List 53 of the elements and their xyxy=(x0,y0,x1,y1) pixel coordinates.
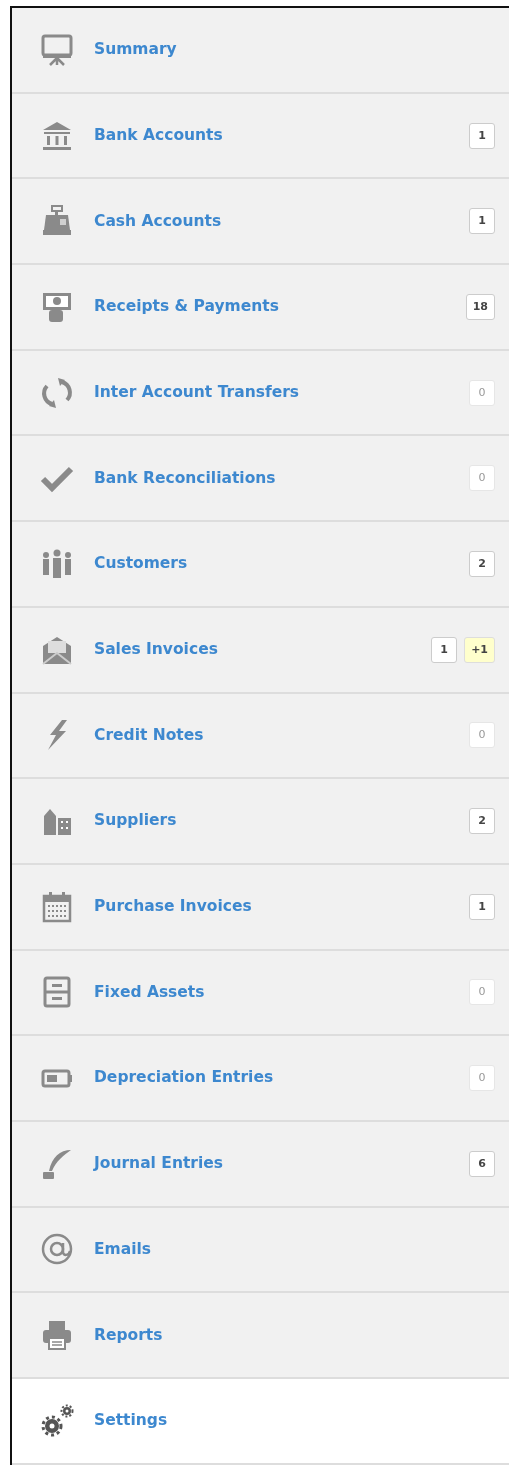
sidebar-item[interactable]: Journal Entries 6 xyxy=(12,1121,509,1208)
nav-link[interactable]: Depreciation Entries xyxy=(94,1066,462,1090)
count-label: 0 xyxy=(469,379,495,406)
calendar-icon xyxy=(40,889,74,924)
nav-link[interactable]: Credit Notes xyxy=(94,723,462,747)
sidebar-item[interactable]: Emails xyxy=(12,1207,509,1294)
at-sign-icon xyxy=(40,1232,74,1267)
nav-link[interactable]: Reports xyxy=(94,1323,495,1347)
presentation-board-icon xyxy=(40,32,74,67)
count-label: 2 xyxy=(469,808,495,835)
sync-icon xyxy=(40,375,74,410)
nav-link[interactable]: Summary xyxy=(94,38,495,62)
count-label: 1 xyxy=(469,893,495,920)
nav-link[interactable]: Bank Accounts xyxy=(94,123,462,148)
nav-link[interactable]: Journal Entries xyxy=(94,1152,462,1176)
sidebar-item[interactable]: Reports xyxy=(12,1293,509,1379)
count-label: 0 xyxy=(469,465,495,492)
sidebar-item[interactable]: Purchase Invoices 1 xyxy=(12,864,509,951)
printer-icon xyxy=(40,1318,74,1353)
sidebar-item[interactable]: Customers 2 xyxy=(12,522,509,608)
count-label: 18 xyxy=(465,293,495,320)
count-label: 1 xyxy=(469,122,495,149)
nav-link[interactable]: Purchase Invoices xyxy=(94,895,462,919)
gears-icon xyxy=(40,1403,74,1438)
sidebar-item[interactable]: Cash Accounts 1 xyxy=(12,179,509,266)
nav-link[interactable]: Fixed Assets xyxy=(94,980,462,1005)
sidebar-item[interactable]: Summary xyxy=(12,8,509,94)
sidebar-item[interactable]: Credit Notes 0 xyxy=(12,693,509,780)
nav-link[interactable]: Bank Reconciliations xyxy=(94,466,462,490)
nav-link[interactable]: Suppliers xyxy=(94,809,462,833)
count-label: 0 xyxy=(469,1065,495,1092)
nav-link[interactable]: Cash Accounts xyxy=(94,209,462,233)
nav-link[interactable]: Inter Account Transfers xyxy=(94,380,462,405)
count-label: 1 xyxy=(431,636,458,663)
sidebar-item[interactable]: Bank Accounts 1 xyxy=(12,93,509,180)
count-label: 1 xyxy=(469,208,495,235)
sidebar-item[interactable]: Fixed Assets 0 xyxy=(12,950,509,1037)
count-label: 2 xyxy=(469,550,495,577)
sidebar-item[interactable]: Depreciation Entries 0 xyxy=(12,1036,509,1122)
count-label: +1 xyxy=(464,636,495,663)
sidebar-item[interactable]: Sales Invoices 1 +1 xyxy=(12,607,509,694)
count-label: 0 xyxy=(469,979,495,1006)
sidebar-item[interactable]: Bank Reconciliations 0 xyxy=(12,436,509,523)
nav-link[interactable]: Settings xyxy=(94,1409,495,1433)
nav-link[interactable]: Emails xyxy=(94,1237,495,1262)
sidebar-item[interactable]: Suppliers 2 xyxy=(12,779,509,865)
count-label: 0 xyxy=(469,722,495,749)
nav-link[interactable]: Customers xyxy=(94,552,462,576)
nav-link[interactable]: Sales Invoices xyxy=(94,638,425,662)
nav-link[interactable]: Receipts & Payments xyxy=(94,295,459,319)
sidebar-item[interactable]: Receipts & Payments 18 xyxy=(12,265,509,351)
sidebar-item[interactable]: Inter Account Transfers 0 xyxy=(12,350,509,437)
count-label: 6 xyxy=(469,1150,495,1177)
